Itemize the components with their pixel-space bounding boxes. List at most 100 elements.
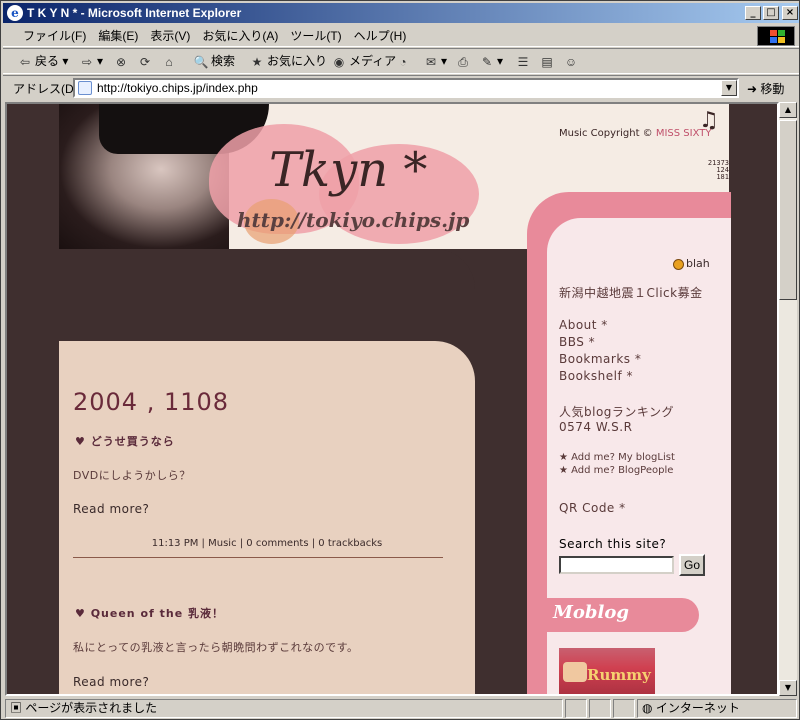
home-icon: ⌂ [165,54,173,69]
history-icon: ◔ [399,54,407,69]
search-go-button[interactable]: Go [679,554,705,576]
blog-logo[interactable]: Tkyn * [269,142,427,198]
moblog-image[interactable]: Rummy [559,648,655,694]
post-trackbacks-link[interactable]: 0 trackbacks [318,538,382,549]
refresh-icon: ⟳ [139,54,151,69]
read-more-link[interactable]: Read more? [73,675,149,689]
post-title[interactable]: ♥ どうせ買うなら [75,433,175,449]
media-label: メディア [349,54,397,68]
sidebar-item-bookmarks[interactable]: Bookmarks * [559,352,641,366]
post-meta: 11:13 PM | Music | 0 comments | 0 trackb… [59,538,475,549]
read-more-link[interactable]: Read more? [73,502,149,516]
title-bar[interactable]: e T K Y N * - Microsoft Internet Explore… [3,3,799,23]
add-me-bloglist-link[interactable]: ★ Add me? My blogList [559,452,675,463]
post-category-link[interactable]: Music [208,538,236,549]
address-bar: アドレス(D) http://tokiyo.chips.jp/index.php… [3,75,799,99]
go-label: 移動 [760,82,785,96]
mail-icon: ✉ [425,54,437,69]
search-button[interactable]: 🔍 検索 [193,53,236,70]
browser-window: e T K Y N * - Microsoft Internet Explore… [0,0,800,720]
sidebar-item-about[interactable]: About * [559,318,608,332]
favorites-icon: ★ [251,54,263,69]
window-title: T K Y N * - Microsoft Internet Explorer [27,6,242,20]
moblog-banner: Moblog [529,598,699,632]
blog-ranking-link[interactable]: 人気blogランキング [559,403,674,420]
post-time[interactable]: 11:13 PM [152,538,199,549]
edit-button[interactable]: ✎ ▾ [479,53,503,70]
discuss-button[interactable]: ☰ [515,53,533,70]
status-bar: ▣ ページが表示されました ◍ インターネット [3,698,799,719]
research-icon: ▤ [541,54,553,69]
scroll-down-icon[interactable]: ▼ [779,680,797,696]
messenger-icon: ☺ [564,54,578,69]
blog-page: Tkyn * http://tokiyo.chips.jp Music Copy… [59,104,731,694]
status-text: ページが表示されました [25,701,158,715]
messenger-button[interactable]: ☺ [563,53,581,70]
history-button[interactable]: ◔ [395,53,413,70]
vertical-scrollbar[interactable]: ▲ ▼ [779,102,797,696]
quake-donation-link[interactable]: 新潟中越地震１Click募金 [559,284,703,301]
post-text: DVDにしようかしら？ [73,469,191,482]
close-button[interactable]: × [782,6,798,20]
sidebar-item-bookshelf[interactable]: Bookshelf * [559,369,633,383]
moblog-image-text: Rummy [587,666,651,684]
qr-code-link[interactable]: QR Code * [559,501,626,515]
counter-value: 181 [716,173,729,181]
windows-logo-icon [757,26,795,46]
smiley-icon [673,258,684,270]
menu-edit[interactable]: 編集(E) [92,28,144,44]
post-comments-link[interactable]: 0 comments [246,538,308,549]
moblog-image-package [563,662,587,682]
go-arrow-icon: ➜ [747,82,758,96]
mail-button[interactable]: ✉ ▾ [423,53,447,70]
research-button[interactable]: ▤ [539,53,557,70]
search-label: Search this site? [559,537,667,551]
page-icon [78,81,92,95]
add-me-blogpeople-link[interactable]: ★ Add me? BlogPeople [559,465,673,476]
meta-separator: | [236,538,247,549]
minimize-button[interactable]: _ [745,6,761,20]
menu-file[interactable]: ファイル(F) [17,28,92,44]
media-button[interactable]: ◉ メディア [331,53,396,70]
favorites-button[interactable]: ★ お気に入り [249,53,327,70]
print-button[interactable]: ⎙ [455,53,473,70]
zone-cell: ◍ インターネット [637,699,797,718]
forward-arrow-icon: ⇨ [81,54,93,69]
scroll-up-icon[interactable]: ▲ [779,102,797,118]
scroll-thumb[interactable] [779,120,797,300]
address-field[interactable]: http://tokiyo.chips.jp/index.php ▼ [73,78,739,98]
blah-link[interactable]: blah [673,257,710,270]
search-input[interactable] [559,556,674,574]
menu-favorites[interactable]: お気に入り(A) [196,28,284,44]
zone-label: インターネット [655,701,740,715]
home-button[interactable]: ⌂ [161,53,179,70]
back-button[interactable]: ⇦ 戻る ▾ [17,53,68,70]
go-button[interactable]: ➜ 移動 [747,80,784,97]
posts-area: 2004 , 1108 ♥ どうせ買うなら DVDにしようかしら？ Read m… [59,341,475,694]
favorites-label: お気に入り [267,54,328,68]
forward-button[interactable]: ⇨ ▾ [79,53,103,70]
sidebar-item-bbs[interactable]: BBS * [559,335,595,349]
maximize-button[interactable]: □ [763,6,779,20]
music-copyright-text: Music Copyright © [559,128,656,139]
status-cell [613,699,635,718]
internet-zone-icon: ◍ [642,701,653,715]
refresh-button[interactable]: ⟳ [137,53,155,70]
menu-tools[interactable]: ツール(T) [284,28,347,44]
music-note-icon[interactable]: ♫ [699,108,719,133]
stop-button[interactable]: ⊗ [113,53,131,70]
address-url[interactable]: http://tokiyo.chips.jp/index.php [97,81,258,95]
toolbar: ⇦ 戻る ▾ ⇨ ▾ ⊗ ⟳ ⌂ 🔍 検索 ★ お気に入り ◉ メディア ◔ ✉ ▾ ⎙ ✎… [3,48,799,74]
post-title[interactable]: ♥ Queen of the 乳液！ [75,605,224,621]
status-cell [589,699,611,718]
status-text-cell: ▣ ページが表示されました [5,699,563,718]
menu-bar: ファイル(F) 編集(E) 表示(V) お気に入り(A) ツール(T) ヘルプ(… [3,25,799,47]
menu-view[interactable]: 表示(V) [144,28,196,44]
menu-help[interactable]: ヘルプ(H) [348,28,413,44]
page-viewport: Tkyn * http://tokiyo.chips.jp Music Copy… [5,102,779,696]
address-dropdown-icon[interactable]: ▼ [721,80,737,96]
discuss-icon: ☰ [517,54,529,69]
search-label: 検索 [211,54,236,68]
moblog-title: Moblog [553,602,629,623]
wsr-ranking-link[interactable]: 0574 W.S.R [559,420,632,434]
